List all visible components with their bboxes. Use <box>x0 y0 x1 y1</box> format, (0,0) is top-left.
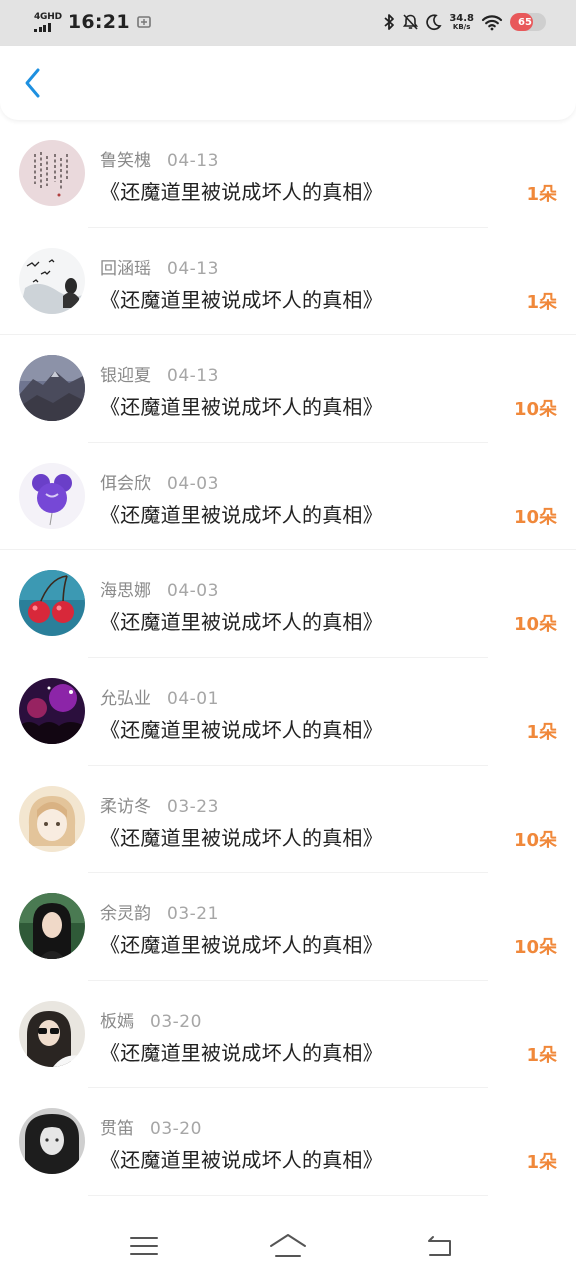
book-title: 《还魔道里被说成坏人的真相》 <box>100 1148 383 1173</box>
cherries-avatar <box>19 570 85 637</box>
record-date: 04-03 <box>167 581 219 602</box>
speed-unit: KB/s <box>452 22 471 31</box>
home-icon <box>270 1234 306 1257</box>
moon-icon <box>426 14 442 31</box>
gift-count: 1朵 <box>526 1044 557 1066</box>
anime-girl-avatar <box>19 785 85 852</box>
list-item[interactable]: 板嫣 03-20 《还魔道里被说成坏人的真相》 1朵 <box>0 981 576 1089</box>
user-name: 余灵韵 <box>100 904 151 925</box>
record-date: 04-13 <box>167 366 219 387</box>
battery-percent: 65 <box>518 16 532 28</box>
book-title: 《还魔道里被说成坏人的真相》 <box>100 717 383 742</box>
gift-count: 1朵 <box>526 184 557 205</box>
menu-icon <box>130 1237 158 1255</box>
back-button[interactable] <box>14 62 52 104</box>
status-bar: 4GHD 16:21 34.8 KB/s 65 <box>0 0 576 46</box>
list-item[interactable]: 鲁笑槐 04-13 《还魔道里被说成坏人的真相》 1朵 <box>0 120 576 228</box>
gift-count: 10朵 <box>513 399 557 421</box>
network-type: 4GHD <box>34 11 62 22</box>
signal-icon: 4GHD <box>34 11 62 32</box>
mountain-avatar <box>19 355 85 422</box>
gift-count: 10朵 <box>513 937 557 959</box>
book-title: 《还魔道里被说成坏人的真相》 <box>100 825 383 850</box>
battery-icon: 65 <box>510 13 546 31</box>
network-speed: 34.8 KB/s <box>449 12 474 31</box>
book-title: 《还魔道里被说成坏人的真相》 <box>100 287 383 312</box>
list-item[interactable]: 海思娜 04-03 《还魔道里被说成坏人的真相》 10朵 <box>0 550 576 658</box>
list-item[interactable]: 余灵韵 03-21 《还魔道里被说成坏人的真相》 10朵 <box>0 873 576 981</box>
balloon-avatar <box>19 462 85 529</box>
record-date: 03-21 <box>167 904 219 925</box>
book-title: 《还魔道里被说成坏人的真相》 <box>100 933 383 958</box>
list-item[interactable]: 佴会欣 04-03 《还魔道里被说成坏人的真相》 10朵 <box>0 443 576 551</box>
record-date: 03-20 <box>150 1011 202 1032</box>
gift-count: 1朵 <box>526 721 557 743</box>
user-name: 贯笛 <box>100 1119 134 1140</box>
status-right: 34.8 KB/s 65 <box>383 10 546 34</box>
book-title: 《还魔道里被说成坏人的真相》 <box>100 180 383 204</box>
user-name: 允弘业 <box>100 688 151 709</box>
screenshot-icon <box>137 16 151 28</box>
divider <box>88 1194 488 1196</box>
gift-record-list: 鲁笑槐 04-13 《还魔道里被说成坏人的真相》 1朵 回涵瑶 04-13 《还… <box>0 120 576 1196</box>
menu-button[interactable] <box>122 1228 166 1264</box>
clock: 16:21 <box>67 11 130 33</box>
calligraphy-avatar <box>19 140 85 206</box>
mute-icon <box>403 14 419 30</box>
gift-count: 10朵 <box>513 829 557 851</box>
sunglasses-girl-avatar <box>19 1000 85 1067</box>
bluetooth-icon <box>384 14 395 30</box>
list-item[interactable]: 回涵瑶 04-13 《还魔道里被说成坏人的真相》 1朵 <box>0 228 576 336</box>
back-nav-button[interactable] <box>418 1228 462 1264</box>
record-date: 03-20 <box>150 1119 202 1140</box>
list-item[interactable]: 柔访冬 03-23 《还魔道里被说成坏人的真相》 10朵 <box>0 766 576 874</box>
gift-count: 10朵 <box>513 506 557 528</box>
user-name: 佴会欣 <box>100 473 151 494</box>
girl-portrait-avatar <box>19 893 85 960</box>
user-name: 鲁笑槐 <box>100 151 151 171</box>
concert-avatar <box>19 677 85 744</box>
book-title: 《还魔道里被说成坏人的真相》 <box>100 502 383 527</box>
system-nav-bar <box>0 1212 576 1280</box>
record-date: 04-13 <box>167 151 219 171</box>
back-icon <box>428 1236 451 1256</box>
gift-count: 1朵 <box>526 291 557 313</box>
wifi-icon <box>481 15 503 31</box>
book-title: 《还魔道里被说成坏人的真相》 <box>100 1040 383 1065</box>
gift-count: 10朵 <box>513 614 557 636</box>
user-name: 海思娜 <box>100 581 151 602</box>
list-item[interactable]: 银迎夏 04-13 《还魔道里被说成坏人的真相》 10朵 <box>0 335 576 443</box>
list-item[interactable]: 允弘业 04-01 《还魔道里被说成坏人的真相》 1朵 <box>0 658 576 766</box>
book-title: 《还魔道里被说成坏人的真相》 <box>100 395 383 420</box>
home-button[interactable] <box>266 1228 310 1264</box>
record-date: 04-03 <box>167 473 219 494</box>
record-date: 03-23 <box>167 796 219 817</box>
book-title: 《还魔道里被说成坏人的真相》 <box>100 610 383 635</box>
status-left: 4GHD 16:21 <box>34 10 152 34</box>
gift-count: 1朵 <box>526 1152 557 1174</box>
user-name: 银迎夏 <box>100 366 151 387</box>
chevron-left-icon <box>25 68 40 98</box>
record-date: 04-01 <box>167 688 219 709</box>
bw-girl-avatar <box>19 1108 85 1175</box>
user-name: 柔访冬 <box>100 796 151 817</box>
list-item[interactable]: 贯笛 03-20 《还魔道里被说成坏人的真相》 1朵 <box>0 1088 576 1196</box>
birds-girl-avatar <box>19 247 85 314</box>
speed-value: 34.8 <box>449 12 474 24</box>
user-name: 回涵瑶 <box>100 258 151 279</box>
record-date: 04-13 <box>167 258 219 279</box>
user-name: 板嫣 <box>100 1011 134 1032</box>
app-header <box>0 46 576 120</box>
